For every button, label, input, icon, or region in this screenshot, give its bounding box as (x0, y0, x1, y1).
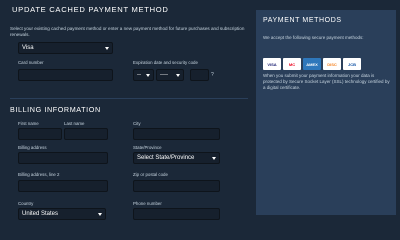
expiration-label: Expiration date and security code (133, 60, 198, 65)
payment-methods-panel: PAYMENT METHODS We accept the following … (256, 10, 396, 215)
expiration-year-value: ---- (160, 72, 168, 78)
section-divider (10, 98, 248, 99)
billing-section-title: BILLING INFORMATION (10, 105, 101, 114)
last-name-field[interactable] (64, 128, 108, 140)
phone-field[interactable] (133, 208, 220, 220)
chevron-down-icon (146, 74, 150, 77)
chevron-down-icon (98, 213, 102, 216)
billing-address-label: Billing address (18, 145, 47, 150)
billing-address-2-label: Billing address, line 2 (18, 172, 60, 177)
phone-label: Phone number (133, 201, 162, 206)
card-number-field[interactable] (18, 69, 113, 81)
city-field[interactable] (133, 128, 220, 140)
security-code-field[interactable] (190, 69, 209, 81)
first-name-field[interactable] (18, 128, 62, 140)
city-label: City (133, 121, 141, 126)
country-label: Country (18, 201, 34, 206)
card-number-label: Card number (18, 60, 44, 65)
page-title: UPDATE CACHED PAYMENT METHOD (12, 5, 169, 14)
amex-icon: AMEX (303, 58, 321, 70)
last-name-label: Last name (64, 121, 85, 126)
chevron-down-icon (176, 74, 180, 77)
payment-method-select[interactable]: Visa (18, 42, 113, 54)
chevron-down-icon (212, 157, 216, 160)
mastercard-icon: MC (283, 58, 301, 70)
card-logos: VISA MC AMEX DISC JCB (263, 58, 361, 70)
visa-icon: VISA (263, 58, 281, 70)
expiration-month-select[interactable]: -- (133, 69, 154, 81)
jcb-icon: JCB (343, 58, 361, 70)
payment-methods-title: PAYMENT METHODS (263, 17, 342, 24)
state-value: Select State/Province (137, 155, 195, 161)
chevron-down-icon (105, 47, 109, 50)
ssl-text: When you submit your payment information… (263, 73, 390, 90)
country-select[interactable]: United States (18, 208, 106, 220)
payment-method-value: Visa (22, 45, 34, 51)
first-name-label: First name (18, 121, 39, 126)
payment-intro: Select your existing cached payment meth… (10, 26, 245, 37)
expiration-month-value: -- (137, 72, 141, 78)
country-value: United States (22, 211, 59, 217)
help-icon[interactable]: ? (211, 72, 214, 78)
billing-address-field[interactable] (18, 152, 108, 164)
state-select[interactable]: Select State/Province (133, 152, 220, 164)
zip-label: Zip or postal code (133, 172, 168, 177)
billing-address-2-field[interactable] (18, 180, 108, 192)
accept-text: We accept the following secure payment m… (263, 35, 364, 40)
expiration-year-select[interactable]: ---- (156, 69, 184, 81)
state-label: State/Province (133, 145, 162, 150)
discover-icon: DISC (323, 58, 341, 70)
zip-field[interactable] (133, 180, 220, 192)
